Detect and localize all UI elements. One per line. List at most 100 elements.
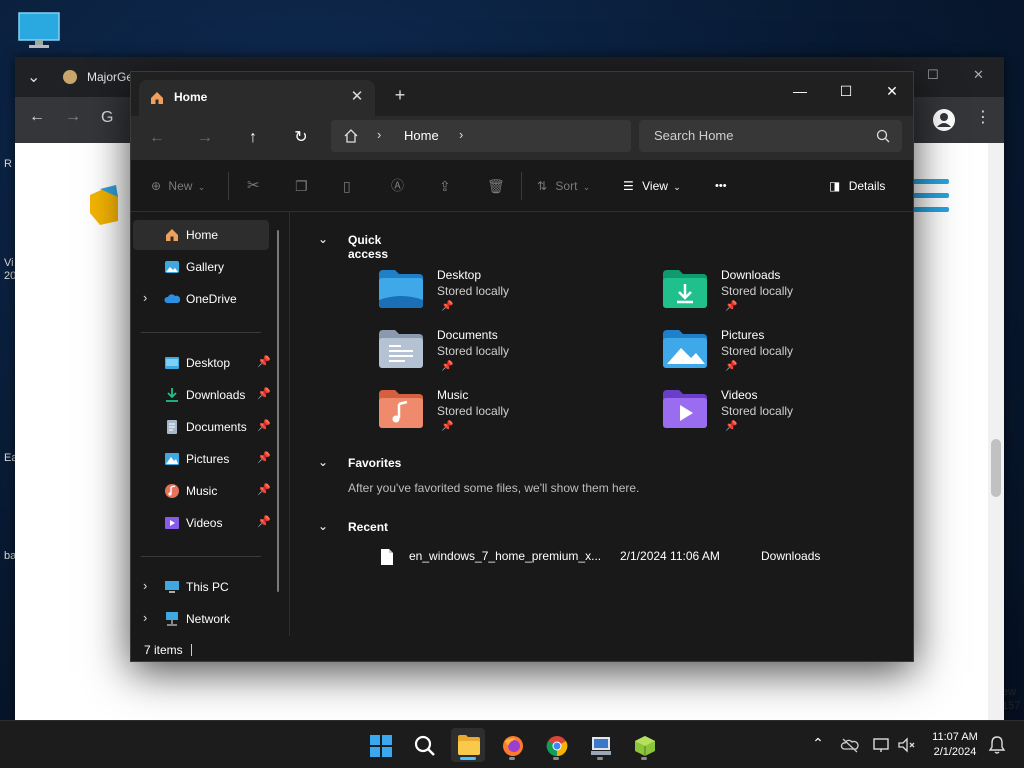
browser-forward-icon[interactable]: → xyxy=(65,108,81,126)
nav-item-documents[interactable]: Documents 📌 xyxy=(133,412,271,442)
nav-item-onedrive[interactable]: › OneDrive xyxy=(133,284,269,314)
cut-icon: ✂ xyxy=(247,177,260,194)
start-icon xyxy=(370,735,392,757)
start-button[interactable] xyxy=(363,728,397,762)
chevron-right-icon[interactable]: › xyxy=(459,127,463,142)
profile-icon[interactable] xyxy=(933,109,955,131)
notification-bell-icon[interactable] xyxy=(987,735,1007,755)
browser-menu-icon[interactable]: ⋮ xyxy=(975,107,991,127)
details-button[interactable]: ◨ Details xyxy=(829,174,885,198)
chevron-down-icon[interactable]: ⌄ xyxy=(318,232,328,246)
quick-access-item[interactable]: Videos Stored locally 📌 xyxy=(663,388,903,444)
hamburger-menu-icon[interactable] xyxy=(913,179,949,219)
quick-access-item[interactable]: Downloads Stored locally 📌 xyxy=(663,268,903,324)
home-icon xyxy=(166,229,178,241)
quick-access-item[interactable]: Pictures Stored locally 📌 xyxy=(663,328,903,384)
chevron-right-icon[interactable]: › xyxy=(143,610,147,625)
up-button[interactable]: ↑ xyxy=(241,126,265,150)
nav-item-desktop[interactable]: Desktop 📌 xyxy=(133,348,271,378)
view-button[interactable]: ☰ View ⌄ xyxy=(623,174,681,198)
breadcrumb-home[interactable]: Home xyxy=(404,128,439,143)
delete-button[interactable]: 🗑 xyxy=(487,174,505,198)
taskbar-chrome[interactable] xyxy=(539,728,573,762)
item-name: Desktop xyxy=(437,268,482,282)
browser-address-partial[interactable]: G xyxy=(101,109,113,127)
nav-item-downloads[interactable]: Downloads 📌 xyxy=(133,380,271,410)
scrollbar-thumb[interactable] xyxy=(991,439,1001,497)
chevron-right-icon[interactable]: › xyxy=(377,127,381,142)
refresh-button[interactable]: ↻ xyxy=(289,126,313,150)
taskbar-file-explorer[interactable] xyxy=(451,728,485,762)
paste-button[interactable]: ▯ xyxy=(343,174,351,198)
status-divider xyxy=(191,644,192,656)
more-options-button[interactable]: ••• xyxy=(715,174,727,198)
quick-access-item[interactable]: Music Stored locally 📌 xyxy=(379,388,619,444)
close-tab-icon[interactable]: ✕ xyxy=(347,87,367,107)
taskbar-package-app[interactable] xyxy=(627,728,661,762)
tab-search-icon[interactable]: ⌄ xyxy=(27,67,40,87)
search-icon[interactable] xyxy=(876,129,890,143)
quick-access-item[interactable]: Documents Stored locally 📌 xyxy=(379,328,619,384)
monitor-icon[interactable] xyxy=(18,12,60,50)
browser-tab-title[interactable]: MajorGe xyxy=(87,70,133,84)
new-tab-button[interactable]: + xyxy=(389,85,411,107)
tab-home[interactable]: Home ✕ xyxy=(139,80,375,116)
nav-item-gallery[interactable]: Gallery xyxy=(133,252,269,282)
browser-maximize-icon[interactable]: ☐ xyxy=(927,67,939,83)
close-button[interactable]: ✕ xyxy=(869,76,915,106)
show-hidden-icons-chevron-up-icon[interactable]: ⌃ xyxy=(808,735,828,755)
search-icon xyxy=(414,735,435,756)
nav-label: Music xyxy=(186,484,218,498)
chevron-down-icon: ⌄ xyxy=(197,182,206,192)
site-favicon-icon xyxy=(63,70,77,84)
browser-close-icon[interactable]: ✕ xyxy=(973,67,984,83)
onedrive-offline-icon[interactable] xyxy=(840,735,860,755)
cut-button[interactable]: ✂ xyxy=(247,174,260,198)
share-button[interactable]: ⇪ xyxy=(439,174,451,198)
quick-access-item[interactable]: Desktop Stored locally 📌 xyxy=(379,268,619,324)
minimize-button[interactable]: — xyxy=(777,76,823,106)
rename-button[interactable]: Ⓐ xyxy=(391,174,404,198)
nav-item-music[interactable]: Music 📌 xyxy=(133,476,271,506)
nav-scrollbar[interactable] xyxy=(277,230,279,592)
forward-button[interactable]: → xyxy=(193,126,217,150)
main-content: ⌄ Quick access Desktop Stored locally 📌 … xyxy=(290,212,914,636)
address-bar-row: ← → ↑ ↻ › Home › Search Home xyxy=(131,116,913,160)
nav-item-home[interactable]: Home xyxy=(133,220,269,250)
new-button[interactable]: ⊕ New ⌄ xyxy=(151,174,205,198)
pin-icon: 📌 xyxy=(257,484,271,496)
home-icon[interactable] xyxy=(343,128,359,144)
chevron-right-icon[interactable]: › xyxy=(143,290,147,305)
chevron-down-icon[interactable]: ⌄ xyxy=(318,455,328,469)
nav-item-this-pc[interactable]: › This PC xyxy=(133,572,269,602)
network-display-icon[interactable] xyxy=(872,735,892,755)
browser-scrollbar[interactable] xyxy=(988,143,1004,720)
copy-button[interactable]: ❐ xyxy=(295,174,308,198)
nav-item-network[interactable]: › Network xyxy=(133,604,269,634)
browser-back-icon[interactable]: ← xyxy=(29,108,45,126)
onedrive-icon xyxy=(164,294,180,303)
taskbar-remote-desktop[interactable] xyxy=(583,728,617,762)
chrome-icon xyxy=(546,736,568,757)
delete-icon: 🗑 xyxy=(487,178,505,194)
address-bar[interactable]: › Home › xyxy=(331,120,631,152)
recent-file-row[interactable]: en_windows_7_home_premium_x... 2/1/2024 … xyxy=(378,546,898,566)
chevron-down-icon[interactable]: ⌄ xyxy=(318,519,328,533)
system-clock[interactable]: 11:07 AM 2/1/2024 xyxy=(920,730,990,760)
nav-item-pictures[interactable]: Pictures 📌 xyxy=(133,444,271,474)
chevron-right-icon[interactable]: › xyxy=(143,578,147,593)
section-label: Recent xyxy=(348,520,389,534)
sort-button[interactable]: ⇅ Sort ⌄ xyxy=(537,174,590,198)
search-box[interactable]: Search Home xyxy=(639,120,902,152)
back-button[interactable]: ← xyxy=(145,126,169,150)
nav-label: OneDrive xyxy=(186,292,237,306)
nav-divider xyxy=(141,332,261,333)
nav-item-videos[interactable]: Videos 📌 xyxy=(133,508,271,538)
taskbar-firefox[interactable] xyxy=(495,728,529,762)
maximize-button[interactable]: ☐ xyxy=(823,76,869,106)
taskbar-search-button[interactable] xyxy=(407,728,441,762)
volume-muted-icon[interactable] xyxy=(897,735,917,755)
search-input[interactable]: Search Home xyxy=(654,128,733,143)
running-indicator xyxy=(460,757,476,760)
divider xyxy=(228,172,229,200)
